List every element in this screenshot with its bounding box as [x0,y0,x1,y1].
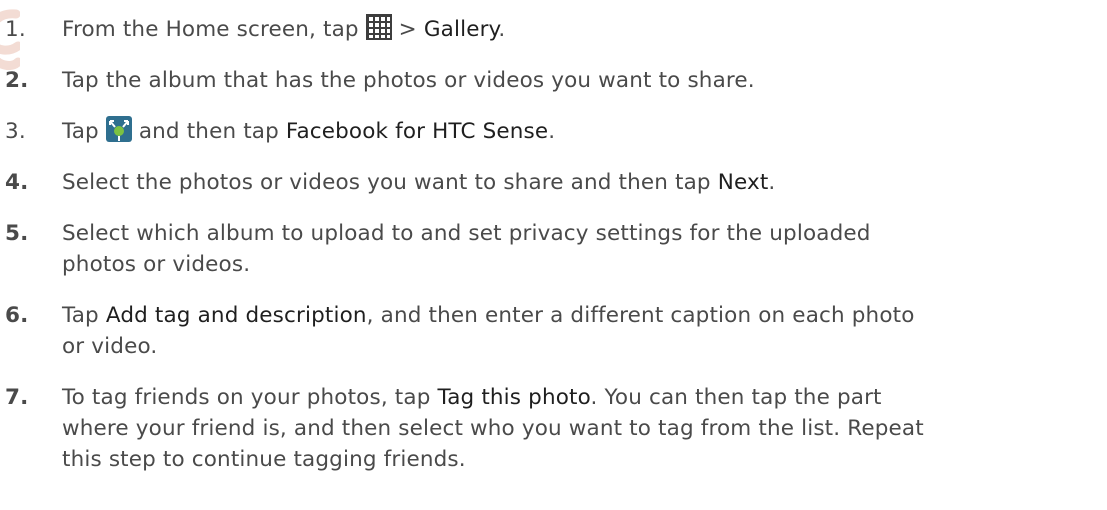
step-number: 6. [5,303,29,328]
text-fragment: , and then enter a different caption on … [366,303,915,328]
step-text: Tap Add tag and description, and then en… [62,300,1107,362]
ui-label-tag-this-photo: Tag this photo [437,385,591,410]
step-number: 2. [5,68,29,93]
text-fragment: To tag friends on your photos, tap [62,385,438,410]
step-number: 3. [5,119,26,144]
text-fragment: and then tap [131,119,286,144]
step-text: Tap the album that has the photos or vid… [62,68,755,93]
text-line: where your friend is, and then select wh… [62,416,924,441]
text-fragment: > [391,17,424,42]
ui-label-facebook-for-htc-sense: Facebook for HTC Sense [285,119,549,144]
text-line: Select which album to upload to and set … [62,221,871,246]
text-fragment: . [498,17,506,42]
text-line: or video. [62,334,158,359]
text-line: photos or videos. [62,252,251,277]
step-text: To tag friends on your photos, tap Tag t… [62,382,1107,475]
ui-label-gallery: Gallery [423,17,499,42]
text-fragment: Tap [62,119,106,144]
text-fragment: . You can then tap the part [590,385,882,410]
step-text: Select the photos or videos you want to … [62,167,1107,198]
text-fragment: From the Home screen, tap [62,17,366,42]
text-fragment: Select the photos or videos you want to … [62,170,718,195]
all-apps-grid-icon [365,14,392,40]
step-text: Select which album to upload to and set … [62,218,1107,280]
text-fragment: . [548,119,556,144]
ui-label-add-tag-and-description: Add tag and description [105,303,367,328]
step-number: 5. [5,221,29,246]
step-text: From the Home screen, tap > Gallery. [62,14,1107,45]
share-icon [105,116,132,142]
step-number: 7. [5,385,29,410]
step-number: 1. [5,17,26,42]
text-fragment: . [768,170,776,195]
ui-label-next: Next [717,170,769,195]
step-number: 4. [5,170,29,195]
text-line: this step to continue tagging friends. [62,447,466,472]
step-text: Tap and then tap Facebook for HTC Sense. [62,116,1107,147]
text-fragment: Tap [62,303,106,328]
